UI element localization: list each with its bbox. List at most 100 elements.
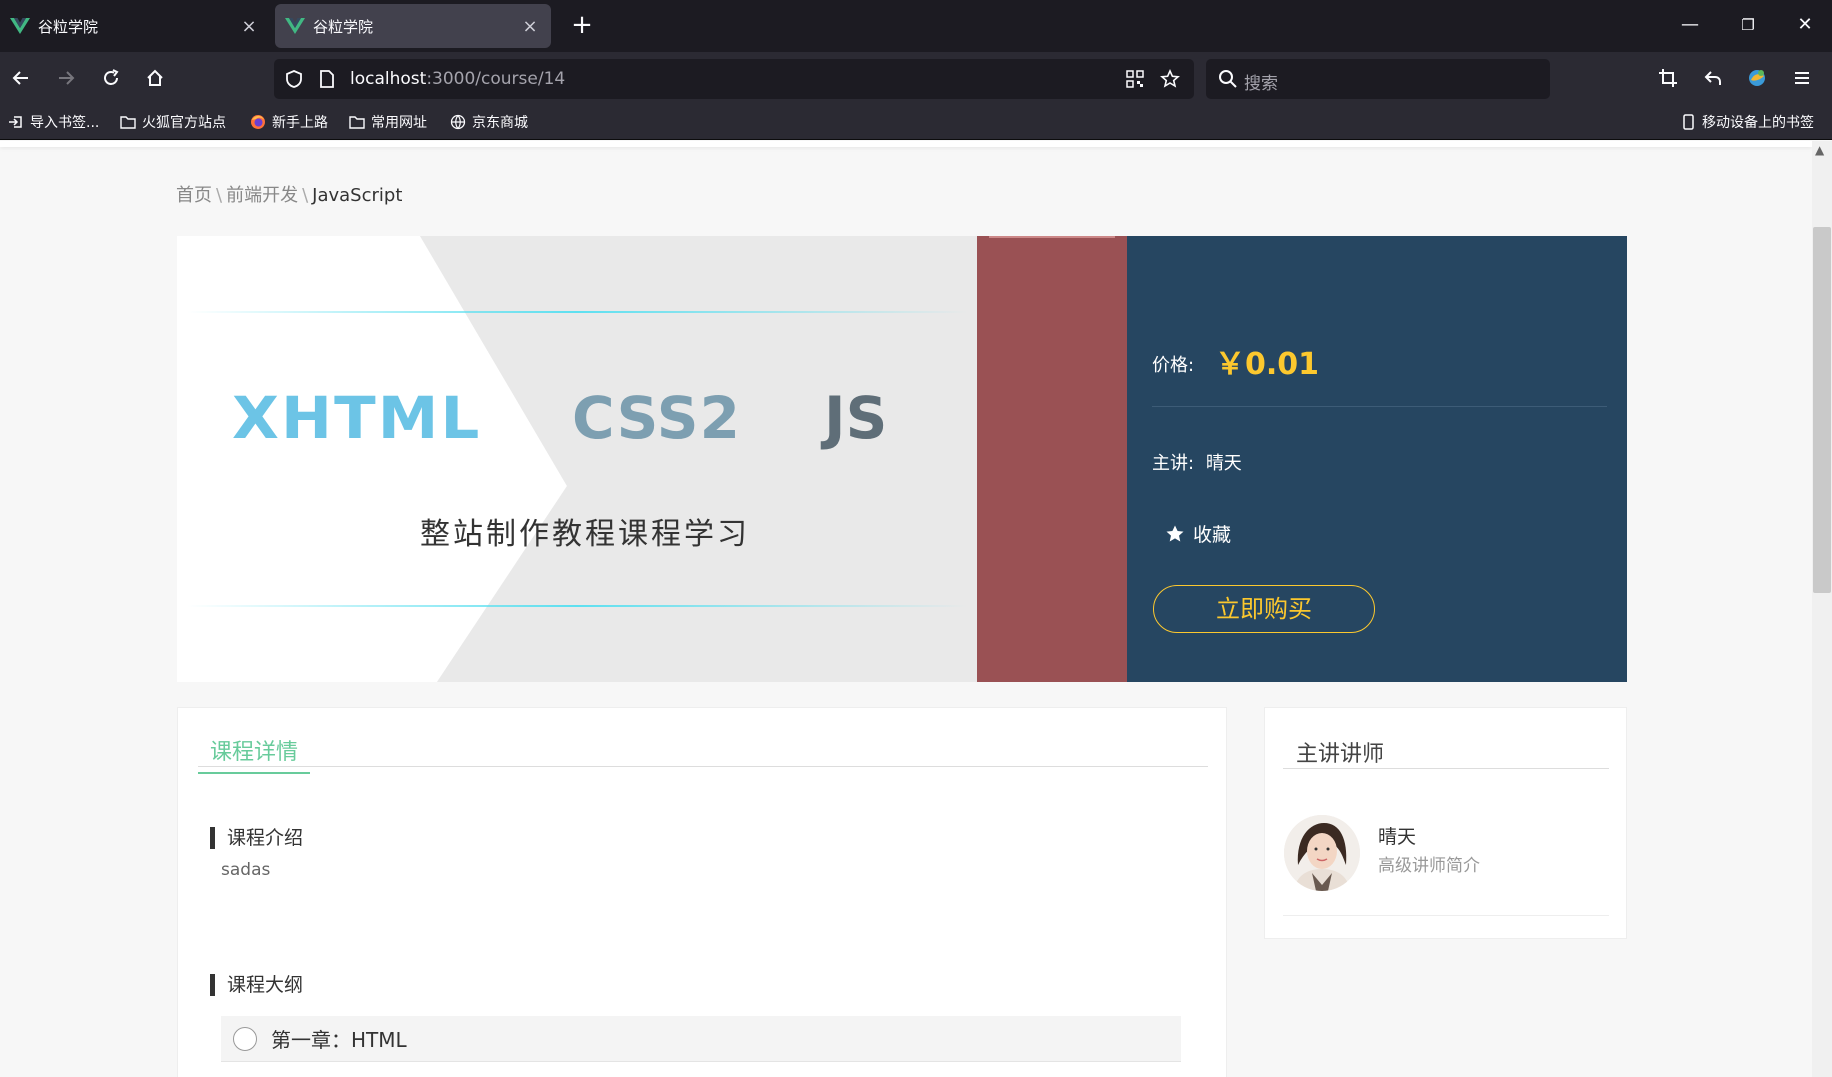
teacher-line: 主讲: 晴天 [1152, 449, 1242, 475]
extension-button[interactable] [1741, 62, 1773, 94]
folder-icon [120, 116, 136, 129]
course-info-panel: 价格: ￥0.01 主讲: 晴天 收藏 立即购买 [1127, 236, 1627, 682]
bookmark-mobile[interactable]: 移动设备上的书签 [1680, 112, 1814, 132]
bookmark-import[interactable]: 导入书签... [8, 112, 99, 132]
bookmark-label: 移动设备上的书签 [1702, 115, 1814, 131]
course-cover-image: XHTML CSS2 JS 整站制作教程课程学习 [177, 236, 977, 682]
teacher-avatar[interactable] [1284, 815, 1360, 891]
breadcrumb-separator: \ [302, 185, 309, 206]
teacher-intro: 高级讲师简介 [1378, 856, 1480, 876]
globe-icon [450, 114, 466, 130]
breadcrumb-category[interactable]: 前端开发 [226, 185, 298, 206]
reload-icon [104, 69, 119, 85]
course-outline-heading: 课程大纲 [210, 974, 303, 996]
search-placeholder: 搜索 [1244, 74, 1278, 94]
bookmark-label: 火狐官方站点 [142, 115, 226, 131]
course-price: ￥0.01 [1215, 347, 1320, 382]
favorite-label: 收藏 [1193, 524, 1232, 546]
tab-underline [198, 766, 1208, 767]
firefox-icon [251, 115, 265, 129]
bookmark-getting-started[interactable]: 新手上路 [250, 112, 328, 132]
scrollbar-thumb[interactable] [1813, 227, 1831, 593]
breadcrumb-separator: \ [216, 185, 223, 206]
browser-nav-bar: localhost:3000/course/14 搜索 [0, 52, 1832, 104]
back-button[interactable] [5, 62, 37, 94]
extension-icon [1749, 70, 1765, 86]
breadcrumb-current: JavaScript [312, 185, 403, 206]
price-label: 价格: [1152, 355, 1195, 376]
close-tab-icon[interactable]: × [519, 16, 541, 37]
hero-accent-strip [977, 236, 1127, 682]
crop-icon [1659, 69, 1677, 87]
tab-course-detail[interactable]: 课程详情 [198, 734, 311, 774]
qr-code-icon[interactable] [1126, 70, 1144, 88]
search-icon [1219, 70, 1237, 88]
course-hero: XHTML CSS2 JS 整站制作教程课程学习 价格: ￥0.01 主讲: 晴… [177, 236, 1627, 682]
course-detail-panel: 课程详情 课程介绍 sadas 课程大纲 第一章：HTML [177, 707, 1227, 1077]
teacher-name[interactable]: 晴天 [1378, 822, 1416, 849]
mobile-device-icon [1683, 114, 1694, 130]
bookmark-label: 京东商城 [472, 115, 528, 131]
search-bar[interactable]: 搜索 [1206, 59, 1550, 99]
folder-icon [349, 116, 365, 129]
favorite-button[interactable]: 收藏 [1165, 520, 1231, 547]
teacher-panel-bottom-line [1283, 915, 1609, 916]
url-path: :3000/course/14 [426, 69, 566, 89]
cover-word-xhtml: XHTML [232, 384, 482, 452]
chapter-title: 第一章：HTML [271, 1028, 407, 1052]
bookmark-label: 导入书签... [30, 115, 100, 131]
hamburger-menu-icon [1795, 72, 1809, 84]
site-header-edge [0, 141, 1812, 147]
vue-logo-icon [10, 18, 30, 34]
vue-logo-icon [285, 18, 305, 34]
course-intro-heading: 课程介绍 [210, 827, 303, 849]
chapter-item[interactable]: 第一章：HTML [221, 1016, 1181, 1062]
bookmark-common-sites[interactable]: 常用网址 [349, 112, 427, 132]
breadcrumb-home[interactable]: 首页 [176, 185, 212, 206]
buy-now-button[interactable]: 立即购买 [1153, 585, 1375, 633]
close-tab-icon[interactable]: × [238, 16, 260, 37]
window-close-button[interactable]: ✕ [1785, 8, 1825, 42]
import-icon [9, 116, 22, 128]
star-filled-icon [1166, 525, 1184, 541]
page-icon [320, 70, 334, 88]
tab-title: 谷粒学院 [38, 17, 99, 36]
url-text: localhost:3000/course/14 [350, 69, 565, 89]
info-divider [1152, 406, 1607, 407]
teacher-panel-title: 主讲讲师 [1296, 742, 1385, 767]
scroll-up-arrow-icon[interactable]: ▲ [1815, 143, 1824, 157]
undo-icon [1704, 71, 1721, 85]
page-viewport: 首页 \ 前端开发 \ JavaScript XHTML CSS2 JS 整站制… [0, 141, 1832, 1077]
teacher-name: 晴天 [1205, 453, 1242, 474]
url-bar[interactable]: localhost:3000/course/14 [274, 59, 1194, 99]
browser-tab[interactable]: 谷粒学院 × [0, 4, 270, 48]
browser-tab-active[interactable]: 谷粒学院 × [275, 4, 551, 48]
course-intro-text: sadas [221, 860, 271, 880]
url-host: localhost [350, 69, 427, 89]
cover-graphic [177, 236, 977, 682]
menu-button[interactable] [1786, 62, 1818, 94]
browser-tab-bar: 谷粒学院 × 谷粒学院 × + — ❐ ✕ [0, 0, 1832, 52]
shield-icon[interactable] [284, 69, 304, 89]
teacher-panel-divider [1283, 768, 1609, 769]
bookmark-jd[interactable]: 京东商城 [450, 112, 528, 132]
minimize-button[interactable]: — [1670, 8, 1710, 42]
home-icon [147, 69, 163, 86]
star-icon[interactable] [1160, 69, 1180, 89]
home-button[interactable] [139, 62, 171, 94]
bookmark-label: 常用网址 [371, 115, 427, 131]
bookmark-label: 新手上路 [272, 115, 328, 131]
new-tab-button[interactable]: + [566, 10, 598, 42]
forward-button[interactable] [50, 62, 82, 94]
bookmark-firefox-site[interactable]: 火狐官方站点 [120, 112, 226, 132]
cover-word-css: CSS2 [572, 384, 741, 452]
teacher-panel: 主讲讲师 晴天 高级讲师简介 [1264, 707, 1627, 939]
tab-title: 谷粒学院 [313, 17, 374, 36]
screenshot-button[interactable] [1652, 62, 1684, 94]
breadcrumb: 首页 \ 前端开发 \ JavaScript [176, 181, 402, 207]
cover-word-js: JS [824, 384, 888, 452]
reload-button[interactable] [95, 62, 127, 94]
undo-button[interactable] [1697, 62, 1729, 94]
cover-subtitle: 整站制作教程课程学习 [420, 517, 750, 552]
restore-button[interactable]: ❐ [1728, 8, 1768, 42]
